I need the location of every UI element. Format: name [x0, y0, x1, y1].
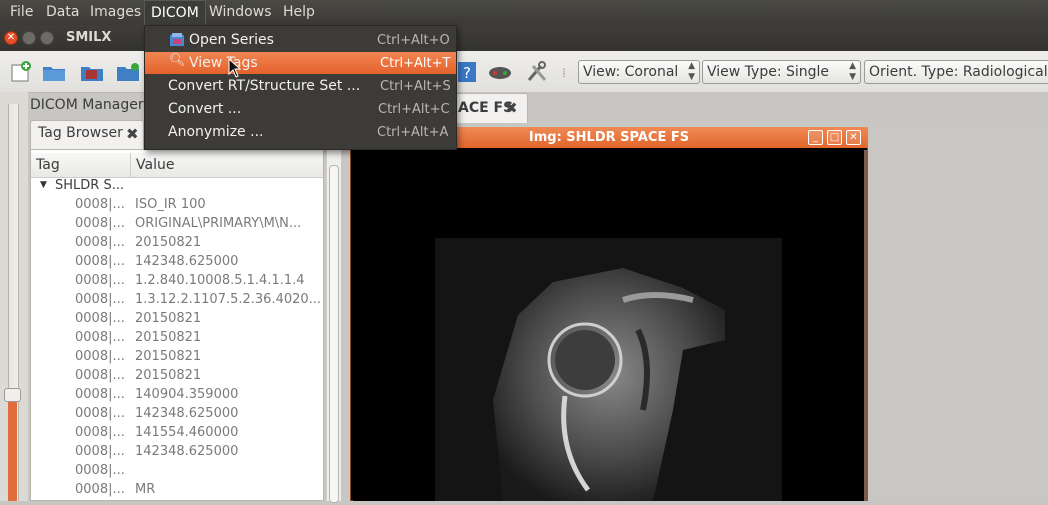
tree-row-value[interactable]: 1.3.12.2.1107.5.2.36.4020... — [135, 292, 321, 311]
tree-row-value[interactable]: 140904.359000 — [135, 387, 238, 406]
tree-row-tag[interactable]: 0008|... — [75, 406, 125, 425]
tree-row-tag[interactable]: 0008|... — [75, 425, 125, 444]
close-subwindow-button[interactable]: ✕ — [846, 130, 861, 145]
menu-dicom[interactable]: DICOM — [144, 0, 206, 25]
left-slider-handle[interactable] — [4, 388, 21, 402]
open-image-icon[interactable] — [80, 61, 104, 83]
help-icon[interactable]: ? — [456, 61, 480, 83]
menu-item-convert-rt[interactable]: Convert RT/Structure Set ... Ctrl+Alt+S — [145, 75, 456, 97]
menu-item-shortcut: Ctrl+Alt+S — [380, 79, 451, 94]
orient-type-select[interactable]: Orient. Type: Radiological — [864, 60, 1048, 84]
tree-row-tag[interactable]: 0008|... — [75, 368, 125, 387]
column-header-tag[interactable]: Tag — [36, 157, 60, 173]
tree-row-tag[interactable]: 0008|... — [75, 235, 125, 254]
menu-data[interactable]: Data — [40, 0, 85, 25]
tree-row-tag[interactable]: 0008|... — [75, 292, 125, 311]
menu-item-shortcut: Ctrl+Alt+T — [380, 56, 451, 71]
tree-row-tag[interactable]: 0008|... — [75, 482, 125, 501]
tree-row-value[interactable]: ISO_IR 100 — [135, 197, 206, 216]
tree-row-value[interactable]: 142348.625000 — [135, 444, 238, 463]
open-series-icon — [170, 33, 184, 46]
menu-windows[interactable]: Windows — [203, 0, 278, 25]
tree-root[interactable]: SHLDR S... — [55, 178, 124, 197]
mri-image — [435, 238, 782, 501]
tree-row-value[interactable]: 20150821 — [135, 311, 201, 330]
tree-row-tag[interactable]: 0008|... — [75, 387, 125, 406]
tree-row-value[interactable]: 141554.460000 — [135, 425, 238, 444]
tree-row-value[interactable]: 142348.625000 — [135, 406, 238, 425]
tools-icon[interactable] — [525, 61, 549, 83]
mouse-cursor-icon — [228, 58, 242, 78]
tree-row-tag[interactable]: 0008|... — [75, 349, 125, 368]
menu-item-label: Convert ... — [168, 101, 242, 117]
menu-item-shortcut: Ctrl+Alt+C — [378, 102, 450, 117]
tree-row-tag[interactable]: 0008|... — [75, 463, 125, 482]
chevron-up-down-icon: ▲ ▼ — [849, 61, 856, 82]
tree-row-value[interactable]: 20150821 — [135, 349, 201, 368]
minimize-window-button[interactable] — [22, 31, 36, 45]
close-icon[interactable]: ✖ — [505, 99, 518, 117]
menu-item-shortcut: Ctrl+Alt+O — [377, 33, 450, 48]
toolbar-separator: ⁞ — [562, 66, 566, 80]
view-type-select[interactable]: View Type: Single ▲ ▼ — [702, 60, 861, 84]
tree-row-value[interactable]: 1.2.840.10008.5.1.4.1.1.4 — [135, 273, 305, 292]
tree-row-value[interactable]: 20150821 — [135, 330, 201, 349]
tree-row-value[interactable]: 142348.625000 — [135, 254, 238, 273]
menu-images[interactable]: Images — [84, 0, 147, 25]
dock-title: DICOM Manager — [30, 97, 144, 113]
menu-file[interactable]: File — [4, 0, 39, 25]
view-select-label: View: Coronal — [583, 64, 679, 80]
gamepad-icon[interactable] — [488, 61, 512, 83]
image-scrollbar[interactable] — [864, 150, 868, 501]
maximize-window-button[interactable] — [40, 31, 54, 45]
orient-type-select-label: Orient. Type: Radiological — [869, 64, 1048, 80]
tree-row-value[interactable]: ORIGINAL\PRIMARY\M\N... — [135, 216, 301, 235]
tree-row-value[interactable]: 20150821 — [135, 235, 201, 254]
menu-item-view-tags[interactable]: 🔍︎ View Tags Ctrl+Alt+T — [145, 52, 456, 74]
menu-item-label: Open Series — [189, 32, 274, 48]
view-select[interactable]: View: Coronal ▲ ▼ — [578, 60, 700, 84]
chevron-up-down-icon: ▲ ▼ — [688, 61, 695, 82]
close-window-button[interactable]: ✕ — [4, 31, 18, 45]
tree-row-tag[interactable]: 0008|... — [75, 254, 125, 273]
tree-header — [31, 153, 323, 178]
tree-row-tag[interactable]: 0008|... — [75, 216, 125, 235]
tree-scrollbar-thumb[interactable] — [329, 165, 339, 503]
menu-item-label: Anonymize ... — [168, 124, 264, 140]
tree-row-tag[interactable]: 0008|... — [75, 311, 125, 330]
menu-item-shortcut: Ctrl+Alt+A — [377, 125, 449, 140]
close-icon[interactable]: ✖ — [126, 125, 139, 143]
add-folder-icon[interactable] — [116, 61, 140, 83]
menu-item-label: View Tags — [189, 55, 258, 71]
menu-item-convert[interactable]: Convert ... Ctrl+Alt+C — [145, 98, 456, 120]
app-title: SMILX — [66, 30, 112, 45]
new-file-icon[interactable] — [9, 61, 33, 83]
tree-row-tag[interactable]: 0008|... — [75, 273, 125, 292]
menu-help[interactable]: Help — [277, 0, 321, 25]
expand-arrow-icon[interactable]: ▼ — [40, 180, 47, 190]
minimize-subwindow-button[interactable]: _ — [808, 130, 823, 145]
tree-row-value[interactable]: MR — [135, 482, 155, 501]
tree-row-value[interactable]: 20150821 — [135, 368, 201, 387]
tree-row-tag[interactable]: 0008|... — [75, 444, 125, 463]
left-slider-fill — [8, 395, 17, 501]
tab-tag-browser-label: Tag Browser — [38, 125, 123, 141]
column-header-value[interactable]: Value — [136, 157, 174, 173]
column-divider[interactable] — [130, 153, 131, 177]
menu-item-label: Convert RT/Structure Set ... — [168, 78, 361, 94]
tree-row-tag[interactable]: 0008|... — [75, 197, 125, 216]
magnifier-icon: 🔍︎ — [169, 53, 186, 68]
menu-item-open-series[interactable]: Open Series Ctrl+Alt+O — [145, 29, 456, 51]
tree-row-tag[interactable]: 0008|... — [75, 330, 125, 349]
menu-item-anonymize[interactable]: Anonymize ... Ctrl+Alt+A — [145, 121, 456, 143]
svg-text:?: ? — [463, 64, 471, 82]
maximize-subwindow-button[interactable]: □ — [827, 130, 842, 145]
open-folder-icon[interactable] — [42, 61, 66, 83]
view-type-select-label: View Type: Single — [707, 64, 830, 80]
image-viewport[interactable] — [353, 150, 864, 501]
